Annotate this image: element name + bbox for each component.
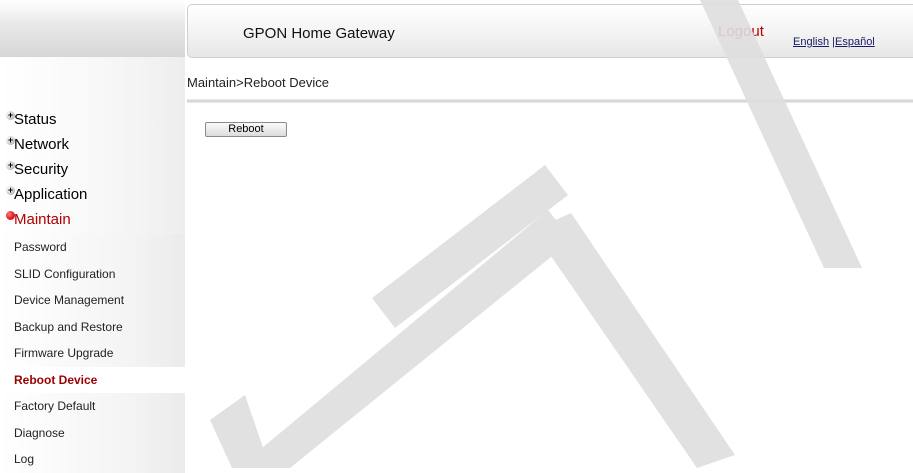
- watermark-stroke: [238, 210, 572, 468]
- menu-item-label: Application: [14, 186, 88, 203]
- menu-item-network[interactable]: + Network: [0, 132, 185, 157]
- language-switcher: English |Español: [793, 36, 875, 48]
- app-title: GPON Home Gateway: [243, 25, 395, 42]
- watermark-stroke: [372, 165, 568, 328]
- sidebar: + Status + Network + Security + Applicat…: [0, 57, 185, 473]
- plus-icon: +: [6, 160, 15, 170]
- menu-item-status[interactable]: + Status: [0, 107, 185, 132]
- logo-area: [0, 0, 185, 57]
- watermark-stroke: [533, 213, 735, 468]
- submenu-item-log[interactable]: Log: [0, 446, 185, 473]
- breadcrumb: Maintain>Reboot Device: [187, 75, 329, 90]
- submenu-item-factory-default[interactable]: Factory Default: [0, 393, 185, 420]
- main-menu: + Status + Network + Security + Applicat…: [0, 107, 185, 232]
- menu-item-security[interactable]: + Security: [0, 157, 185, 182]
- lang-english-link[interactable]: English: [793, 36, 829, 48]
- submenu-item-backup-restore[interactable]: Backup and Restore: [0, 313, 185, 340]
- maintain-submenu: Password SLID Configuration Device Manag…: [0, 234, 185, 473]
- menu-item-label: Status: [14, 111, 57, 128]
- minus-icon: -: [6, 211, 15, 220]
- menu-item-label: Security: [14, 161, 69, 178]
- plus-icon: +: [6, 135, 15, 145]
- submenu-item-password[interactable]: Password: [0, 234, 185, 261]
- menu-item-label: Network: [14, 136, 70, 153]
- submenu-item-slid-configuration[interactable]: SLID Configuration: [0, 260, 185, 287]
- header-bar: GPON Home Gateway Logout English |Españo…: [187, 4, 913, 58]
- submenu-item-device-management[interactable]: Device Management: [0, 287, 185, 314]
- submenu-item-reboot-device[interactable]: Reboot Device: [0, 366, 185, 393]
- menu-item-application[interactable]: + Application: [0, 182, 185, 207]
- logout-link[interactable]: Logout: [718, 23, 764, 40]
- lang-spanish-link[interactable]: Español: [835, 36, 875, 48]
- plus-icon: +: [6, 185, 15, 195]
- reboot-button[interactable]: Reboot: [205, 122, 287, 137]
- menu-item-label: Maintain: [14, 211, 71, 228]
- menu-item-maintain[interactable]: - Maintain: [0, 207, 185, 232]
- submenu-item-firmware-upgrade[interactable]: Firmware Upgrade: [0, 340, 185, 367]
- plus-icon: +: [6, 110, 15, 120]
- submenu-item-diagnose[interactable]: Diagnose: [0, 419, 185, 446]
- watermark-stroke: [210, 395, 270, 468]
- content-divider: [187, 99, 913, 103]
